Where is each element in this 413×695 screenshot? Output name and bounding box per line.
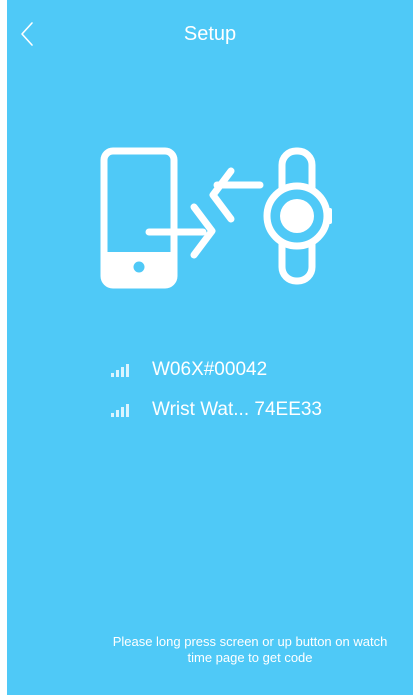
hint-line-2: time page to get code (187, 650, 313, 665)
header: Setup (7, 0, 413, 68)
pairing-illustration (100, 147, 332, 289)
page-title: Setup (183, 23, 237, 45)
phone-icon (100, 147, 178, 289)
device-item[interactable]: Wrist Wat... 74EE33 (110, 390, 410, 430)
device-name: Wrist Wat... 74EE33 (152, 399, 322, 420)
signal-icon (111, 404, 129, 417)
setup-screen: Setup W06X#00042 Wrist Wat... 74EE33 Ple… (7, 0, 413, 695)
transfer-arrows-icon (145, 167, 264, 259)
device-name: W06X#00042 (152, 359, 268, 380)
hint-text: Please long press screen or up button on… (7, 634, 413, 666)
hint-line-1: Please long press screen or up button on… (112, 634, 388, 649)
signal-icon (111, 364, 129, 377)
device-list: W06X#00042 Wrist Wat... 74EE33 (110, 350, 410, 430)
watch-icon (263, 147, 332, 285)
device-item[interactable]: W06X#00042 (110, 350, 410, 390)
